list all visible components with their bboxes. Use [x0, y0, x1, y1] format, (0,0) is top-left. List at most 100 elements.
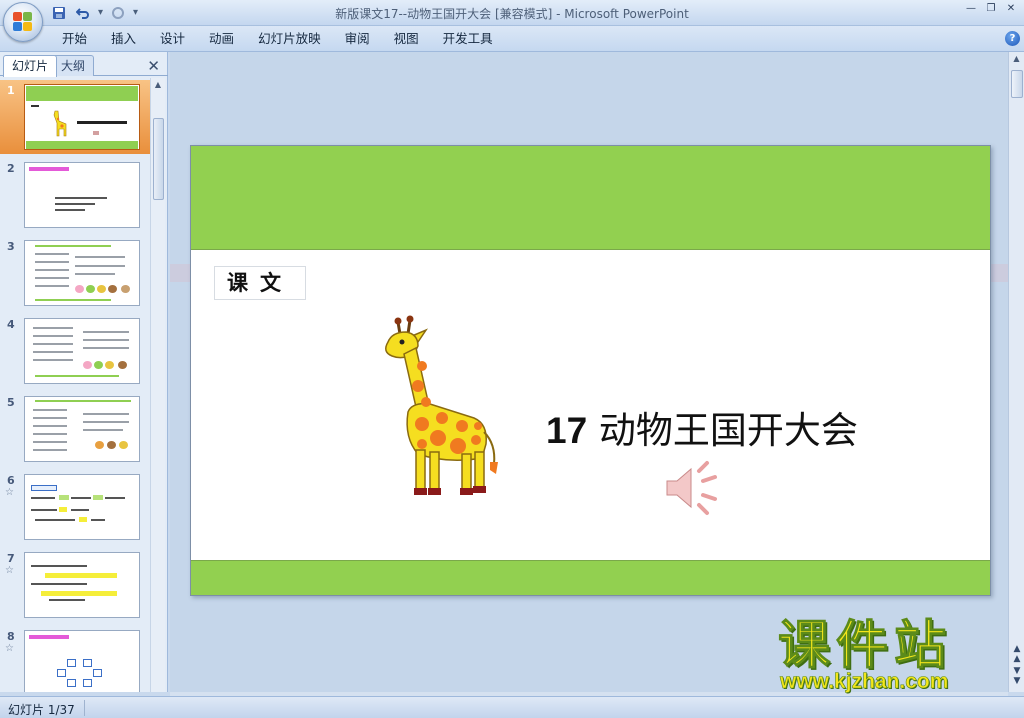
office-button-icon	[13, 12, 33, 32]
animal-icon	[97, 285, 106, 293]
slide-thumbnail[interactable]	[24, 396, 140, 462]
animal-icon	[75, 285, 84, 293]
slide-number: 7	[7, 552, 15, 565]
thumb-text	[35, 269, 69, 271]
thumbnails-scrollbar[interactable]: ▲	[150, 78, 165, 692]
slide-thumbnail[interactable]	[24, 474, 140, 540]
thumb-text	[75, 256, 125, 258]
thumb-text	[35, 277, 69, 279]
office-button[interactable]	[3, 2, 43, 42]
thumb-text	[33, 409, 67, 411]
thumb-text	[31, 509, 57, 511]
animal-icon	[95, 441, 104, 449]
slide-number: 6	[7, 474, 15, 487]
window-title: 新版课文17--动物王国开大会 [兼容模式] - Microsoft Power…	[335, 7, 689, 21]
slide-top-band	[191, 146, 990, 250]
thumb-text	[55, 197, 107, 199]
scroll-up-icon[interactable]: ▲	[1009, 52, 1024, 66]
status-divider	[84, 700, 85, 716]
speaker-icon[interactable]	[663, 459, 725, 517]
giraffe-image[interactable]	[378, 314, 508, 504]
slide-thumbnail[interactable]	[24, 318, 140, 384]
thumb-text	[31, 497, 55, 499]
watermark-url: www.kjzhan.com	[780, 670, 949, 694]
slides-pane: 幻灯片 大纲 ✕ 1 2 3 4 5 6 ☆ 7 ☆ 8 ☆ ▲	[0, 52, 168, 692]
thumb-line	[35, 299, 111, 301]
tab-slides[interactable]: 幻灯片	[3, 55, 58, 77]
animal-icon	[105, 361, 114, 369]
thumb-text	[105, 497, 125, 499]
title-bar: ▾ ▾ 新版课文17--动物王国开大会 [兼容模式] - Microsoft P…	[0, 0, 1024, 26]
thumb-highlight	[79, 517, 87, 522]
slide-thumbnail-row[interactable]: 3	[0, 236, 150, 310]
thumb-text	[33, 425, 67, 427]
thumb-box	[83, 659, 92, 667]
slide-title-number: 17	[546, 410, 588, 451]
thumb-band	[26, 141, 138, 149]
thumb-text	[33, 335, 73, 337]
tab-animations[interactable]: 动画	[197, 26, 246, 52]
thumb-text	[55, 203, 95, 205]
slide-thumbnail-row[interactable]: 1	[0, 80, 150, 154]
slide-thumbnail[interactable]	[24, 162, 140, 228]
slide-thumbnail-row[interactable]: 7 ☆	[0, 548, 150, 622]
slide-thumbnail-row[interactable]: 5	[0, 392, 150, 466]
tab-review[interactable]: 审阅	[333, 26, 382, 52]
help-icon[interactable]: ?	[1005, 31, 1020, 46]
thumb-band	[26, 86, 138, 101]
thumb-line	[35, 400, 131, 402]
tab-insert[interactable]: 插入	[99, 26, 148, 52]
animal-icon	[108, 285, 117, 293]
thumb-text	[83, 331, 129, 333]
slide-thumbnail-row[interactable]: 2	[0, 158, 150, 232]
thumb-text	[33, 359, 73, 361]
slide-thumbnail-row[interactable]: 4	[0, 314, 150, 388]
current-slide[interactable]: 课文 17 动物王国开大会	[190, 145, 991, 596]
animal-icon	[83, 361, 92, 369]
animal-icon	[86, 285, 95, 293]
restore-icon[interactable]: ❐	[984, 2, 998, 16]
tab-home[interactable]: 开始	[50, 26, 99, 52]
slide-number: 8	[7, 630, 15, 643]
thumb-text	[31, 565, 87, 567]
slide-thumbnail[interactable]	[24, 552, 140, 618]
slide-thumbnail[interactable]	[24, 240, 140, 306]
ribbon: 开始 插入 设计 动画 幻灯片放映 审阅 视图 开发工具 ?	[0, 26, 1024, 52]
close-icon[interactable]: ✕	[147, 57, 160, 75]
thumb-highlight	[41, 591, 117, 596]
animation-star-icon: ☆	[5, 487, 14, 498]
thumb-text	[83, 339, 129, 341]
scrollbar-thumb[interactable]	[1011, 70, 1023, 98]
animal-icon	[118, 361, 127, 369]
giraffe-thumb-icon	[53, 110, 67, 137]
scroll-up-icon[interactable]: ▲	[151, 78, 165, 92]
watermark-title: 课件站	[777, 616, 953, 676]
slide-thumbnails: 1 2 3 4 5 6 ☆ 7 ☆ 8 ☆	[0, 78, 150, 692]
thumb-text	[35, 519, 75, 521]
slide-title[interactable]: 17 动物王国开大会	[546, 400, 858, 454]
thumb-line	[35, 245, 111, 247]
close-icon[interactable]: ✕	[1004, 2, 1018, 16]
animal-icon	[119, 441, 128, 449]
slide-thumbnail[interactable]	[24, 84, 140, 150]
slide-label[interactable]: 课文	[214, 266, 306, 300]
slide-number: 2	[7, 162, 15, 175]
tab-developer[interactable]: 开发工具	[431, 26, 505, 52]
tab-design[interactable]: 设计	[148, 26, 197, 52]
thumb-text	[35, 285, 69, 287]
slide-thumbnail-row[interactable]: 6 ☆	[0, 470, 150, 544]
tab-outline[interactable]: 大纲	[52, 55, 95, 76]
thumb-text	[33, 343, 73, 345]
tab-slide-show[interactable]: 幻灯片放映	[246, 26, 333, 52]
tab-view[interactable]: 视图	[382, 26, 431, 52]
slide-thumbnail[interactable]	[24, 630, 140, 692]
scrollbar-thumb[interactable]	[153, 118, 164, 200]
thumb-text	[33, 351, 73, 353]
thumb-highlight	[45, 573, 117, 578]
editor-scrollbar[interactable]: ▲ ▲ ▲ ▼ ▼	[1008, 52, 1024, 692]
slide-thumbnail-row[interactable]: 8 ☆	[0, 626, 150, 692]
animal-icon	[121, 285, 130, 293]
thumb-highlight	[59, 507, 67, 512]
minimize-icon[interactable]: —	[964, 2, 978, 16]
thumb-text	[33, 433, 67, 435]
